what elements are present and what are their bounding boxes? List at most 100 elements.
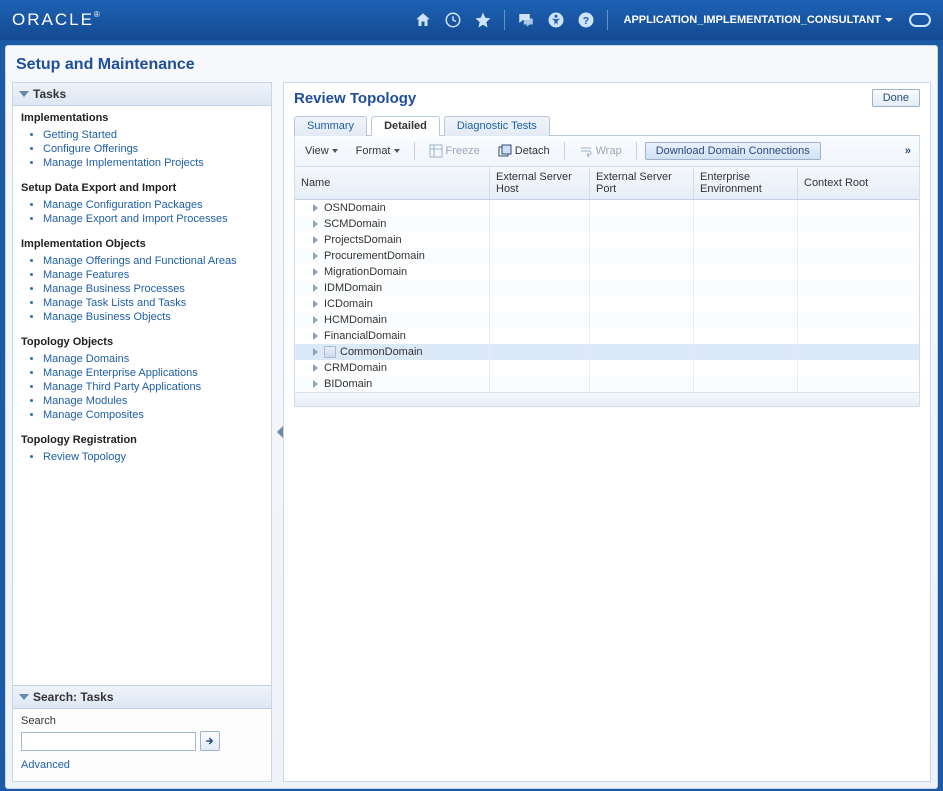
page-title: Setup and Maintenance	[6, 50, 937, 82]
expand-triangle-icon[interactable]	[313, 236, 318, 244]
expand-triangle-icon[interactable]	[313, 348, 318, 356]
expand-triangle-icon[interactable]	[313, 332, 318, 340]
col-header-host[interactable]: External Server Host	[490, 167, 590, 199]
sidebar-link[interactable]: Manage Offerings and Functional Areas	[43, 255, 237, 267]
tasks-panel-body: Implementations Getting Started Configure …	[13, 106, 271, 470]
sidebar-link[interactable]: Getting Started	[43, 129, 117, 141]
sidebar-link[interactable]: Configure Offerings	[43, 143, 138, 155]
toolbar-overflow-icon[interactable]: »	[901, 145, 915, 157]
grid-footer	[295, 392, 919, 406]
table-row[interactable]: FinancialDomain	[295, 328, 919, 344]
sidebar-link[interactable]: Manage Business Objects	[43, 311, 171, 323]
sidebar-link[interactable]: Manage Modules	[43, 395, 127, 407]
domain-name-label: ICDomain	[324, 298, 373, 310]
domain-icon	[324, 346, 336, 358]
sidebar-link[interactable]: Manage Features	[43, 269, 129, 281]
domain-name-label: CRMDomain	[324, 362, 387, 374]
cell-empty	[798, 328, 903, 344]
sidebar-section-header: Implementations	[13, 106, 271, 126]
tab-summary[interactable]: Summary	[294, 116, 367, 136]
table-row[interactable]: MigrationDomain	[295, 264, 919, 280]
tab-detailed[interactable]: Detailed	[371, 116, 440, 136]
cell-empty	[798, 296, 903, 312]
tab-diagnostic-tests[interactable]: Diagnostic Tests	[444, 116, 550, 136]
domain-name-label: SCMDomain	[324, 218, 386, 230]
format-menu[interactable]: Format	[350, 143, 406, 159]
sidebar-link[interactable]: Manage Enterprise Applications	[43, 367, 198, 379]
home-icon[interactable]	[412, 9, 434, 31]
sidebar-link[interactable]: Manage Composites	[43, 409, 144, 421]
chevron-down-icon	[394, 149, 400, 153]
collapse-triangle-icon	[19, 91, 29, 97]
table-row[interactable]: OSNDomain	[295, 200, 919, 216]
user-menu[interactable]: APPLICATION_IMPLEMENTATION_CONSULTANT	[624, 14, 893, 26]
cell-empty	[490, 296, 590, 312]
accessibility-icon[interactable]	[545, 9, 567, 31]
table-row[interactable]: ICDomain	[295, 296, 919, 312]
done-button[interactable]: Done	[872, 89, 920, 107]
chat-icon[interactable]	[515, 9, 537, 31]
sidebar-link[interactable]: Manage Implementation Projects	[43, 157, 204, 169]
col-header-ctx[interactable]: Context Root	[798, 167, 903, 199]
cell-empty	[590, 200, 694, 216]
sidebar-section-header: Implementation Objects	[13, 232, 271, 252]
tasks-panel-header[interactable]: Tasks	[13, 83, 271, 106]
expand-triangle-icon[interactable]	[313, 220, 318, 228]
col-header-env[interactable]: Enterprise Environment	[694, 167, 798, 199]
search-panel-header[interactable]: Search: Tasks	[13, 686, 271, 709]
table-row[interactable]: HCMDomain	[295, 312, 919, 328]
status-pill-icon[interactable]	[909, 13, 931, 27]
advanced-search-link[interactable]: Advanced	[21, 759, 70, 771]
table-row[interactable]: CRMDomain	[295, 360, 919, 376]
cell-empty	[490, 248, 590, 264]
sidebar-link[interactable]: Manage Business Processes	[43, 283, 185, 295]
table-toolbar: View Format Freeze	[294, 136, 920, 167]
freeze-button[interactable]: Freeze	[423, 142, 486, 160]
col-header-name[interactable]: Name	[295, 167, 490, 199]
sidebar-link[interactable]: Review Topology	[43, 451, 126, 463]
expand-triangle-icon[interactable]	[313, 204, 318, 212]
sidebar-item: Manage Task Lists and Tasks	[43, 296, 271, 310]
cell-empty	[490, 360, 590, 376]
two-column-layout: Tasks Implementations Getting Started Conf…	[6, 82, 937, 782]
expand-triangle-icon[interactable]	[313, 252, 318, 260]
table-row[interactable]: BIDomain	[295, 376, 919, 392]
table-row[interactable]: SCMDomain	[295, 216, 919, 232]
sidebar-item: Manage Export and Import Processes	[43, 212, 271, 226]
expand-triangle-icon[interactable]	[313, 316, 318, 324]
cell-name: CRMDomain	[295, 360, 490, 376]
expand-triangle-icon[interactable]	[313, 380, 318, 388]
sidebar-section-list: Review Topology	[13, 450, 271, 464]
view-menu[interactable]: View	[299, 143, 344, 159]
table-row[interactable]: IDMDomain	[295, 280, 919, 296]
help-icon[interactable]: ?	[575, 9, 597, 31]
cell-name: HCMDomain	[295, 312, 490, 328]
detach-button[interactable]: Detach	[492, 142, 556, 160]
domain-name-label: OSNDomain	[324, 202, 386, 214]
table-row[interactable]: ProjectsDomain	[295, 232, 919, 248]
sidebar-link[interactable]: Manage Task Lists and Tasks	[43, 297, 186, 309]
expand-triangle-icon[interactable]	[313, 284, 318, 292]
splitter-collapse-icon[interactable]	[277, 426, 283, 438]
clock-icon[interactable]	[442, 9, 464, 31]
col-header-port[interactable]: External Server Port	[590, 167, 694, 199]
cell-empty	[694, 376, 798, 392]
download-domain-connections-button[interactable]: Download Domain Connections	[645, 142, 821, 160]
cell-empty	[694, 232, 798, 248]
search-go-button[interactable]	[200, 731, 220, 751]
expand-triangle-icon[interactable]	[313, 268, 318, 276]
table-row[interactable]: ProcurementDomain	[295, 248, 919, 264]
sidebar-link[interactable]: Manage Configuration Packages	[43, 199, 203, 211]
cell-name: CommonDomain	[295, 344, 490, 360]
expand-triangle-icon[interactable]	[313, 300, 318, 308]
cell-empty	[590, 328, 694, 344]
table-row[interactable]: CommonDomain	[295, 344, 919, 360]
search-input[interactable]	[21, 732, 196, 751]
star-icon[interactable]	[472, 9, 494, 31]
expand-triangle-icon[interactable]	[313, 364, 318, 372]
wrap-button[interactable]: Wrap	[573, 142, 628, 160]
sidebar-link[interactable]: Manage Third Party Applications	[43, 381, 201, 393]
collapse-triangle-icon	[19, 694, 29, 700]
sidebar-link[interactable]: Manage Export and Import Processes	[43, 213, 228, 225]
sidebar-link[interactable]: Manage Domains	[43, 353, 129, 365]
